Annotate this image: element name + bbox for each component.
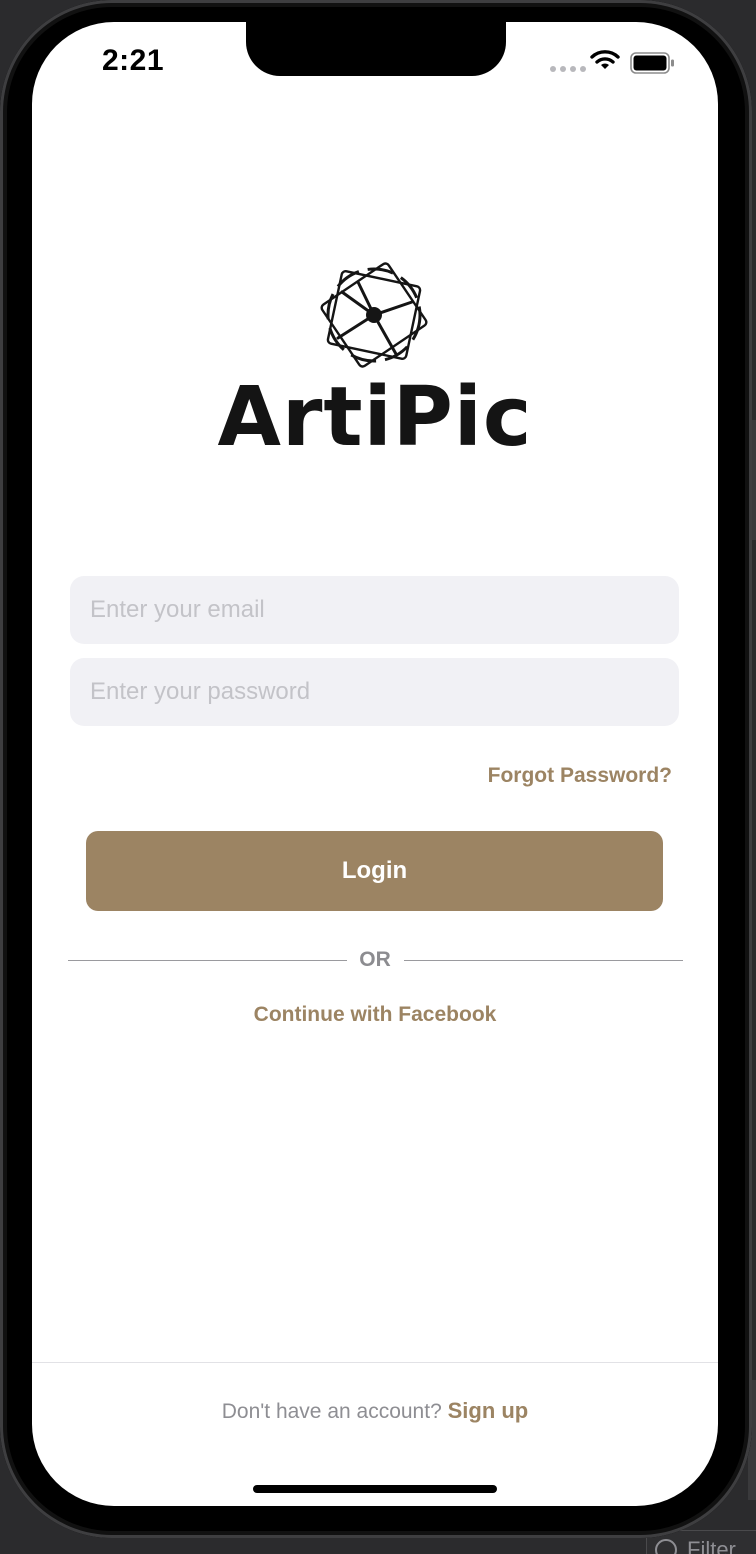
divider-line-right	[404, 960, 683, 961]
email-field[interactable]	[70, 576, 679, 644]
forgot-password-link[interactable]: Forgot Password?	[488, 764, 672, 788]
continue-with-facebook-button[interactable]: Continue with Facebook	[32, 1003, 718, 1027]
status-time: 2:21	[102, 44, 165, 77]
device-notch	[246, 22, 506, 76]
filter-label: Filter	[687, 1537, 736, 1554]
login-screen: 2:21 ArtiPic Enter your email Forgot Pas…	[32, 22, 718, 1506]
camera-aperture-icon	[320, 262, 428, 368]
filter-icon	[655, 1539, 677, 1554]
cellular-signal-icon	[550, 66, 586, 72]
home-indicator	[253, 1485, 497, 1493]
signup-prompt: Don't have an account?	[221, 1400, 448, 1423]
wifi-icon	[590, 50, 620, 69]
signup-footer: Don't have an account? Sign up	[32, 1398, 718, 1424]
signup-link[interactable]: Sign up	[448, 1398, 529, 1423]
brand-wordmark: ArtiPic	[217, 370, 533, 465]
battery-icon	[630, 52, 674, 74]
simulator-canvas: Filter 2:21 ArtiPic Enter your email For…	[0, 0, 756, 1554]
password-field[interactable]	[70, 658, 679, 726]
footer-divider	[32, 1362, 718, 1363]
login-button[interactable]: Login	[86, 831, 663, 911]
device-frame: 2:21 ArtiPic Enter your email Forgot Pas…	[0, 0, 752, 1538]
